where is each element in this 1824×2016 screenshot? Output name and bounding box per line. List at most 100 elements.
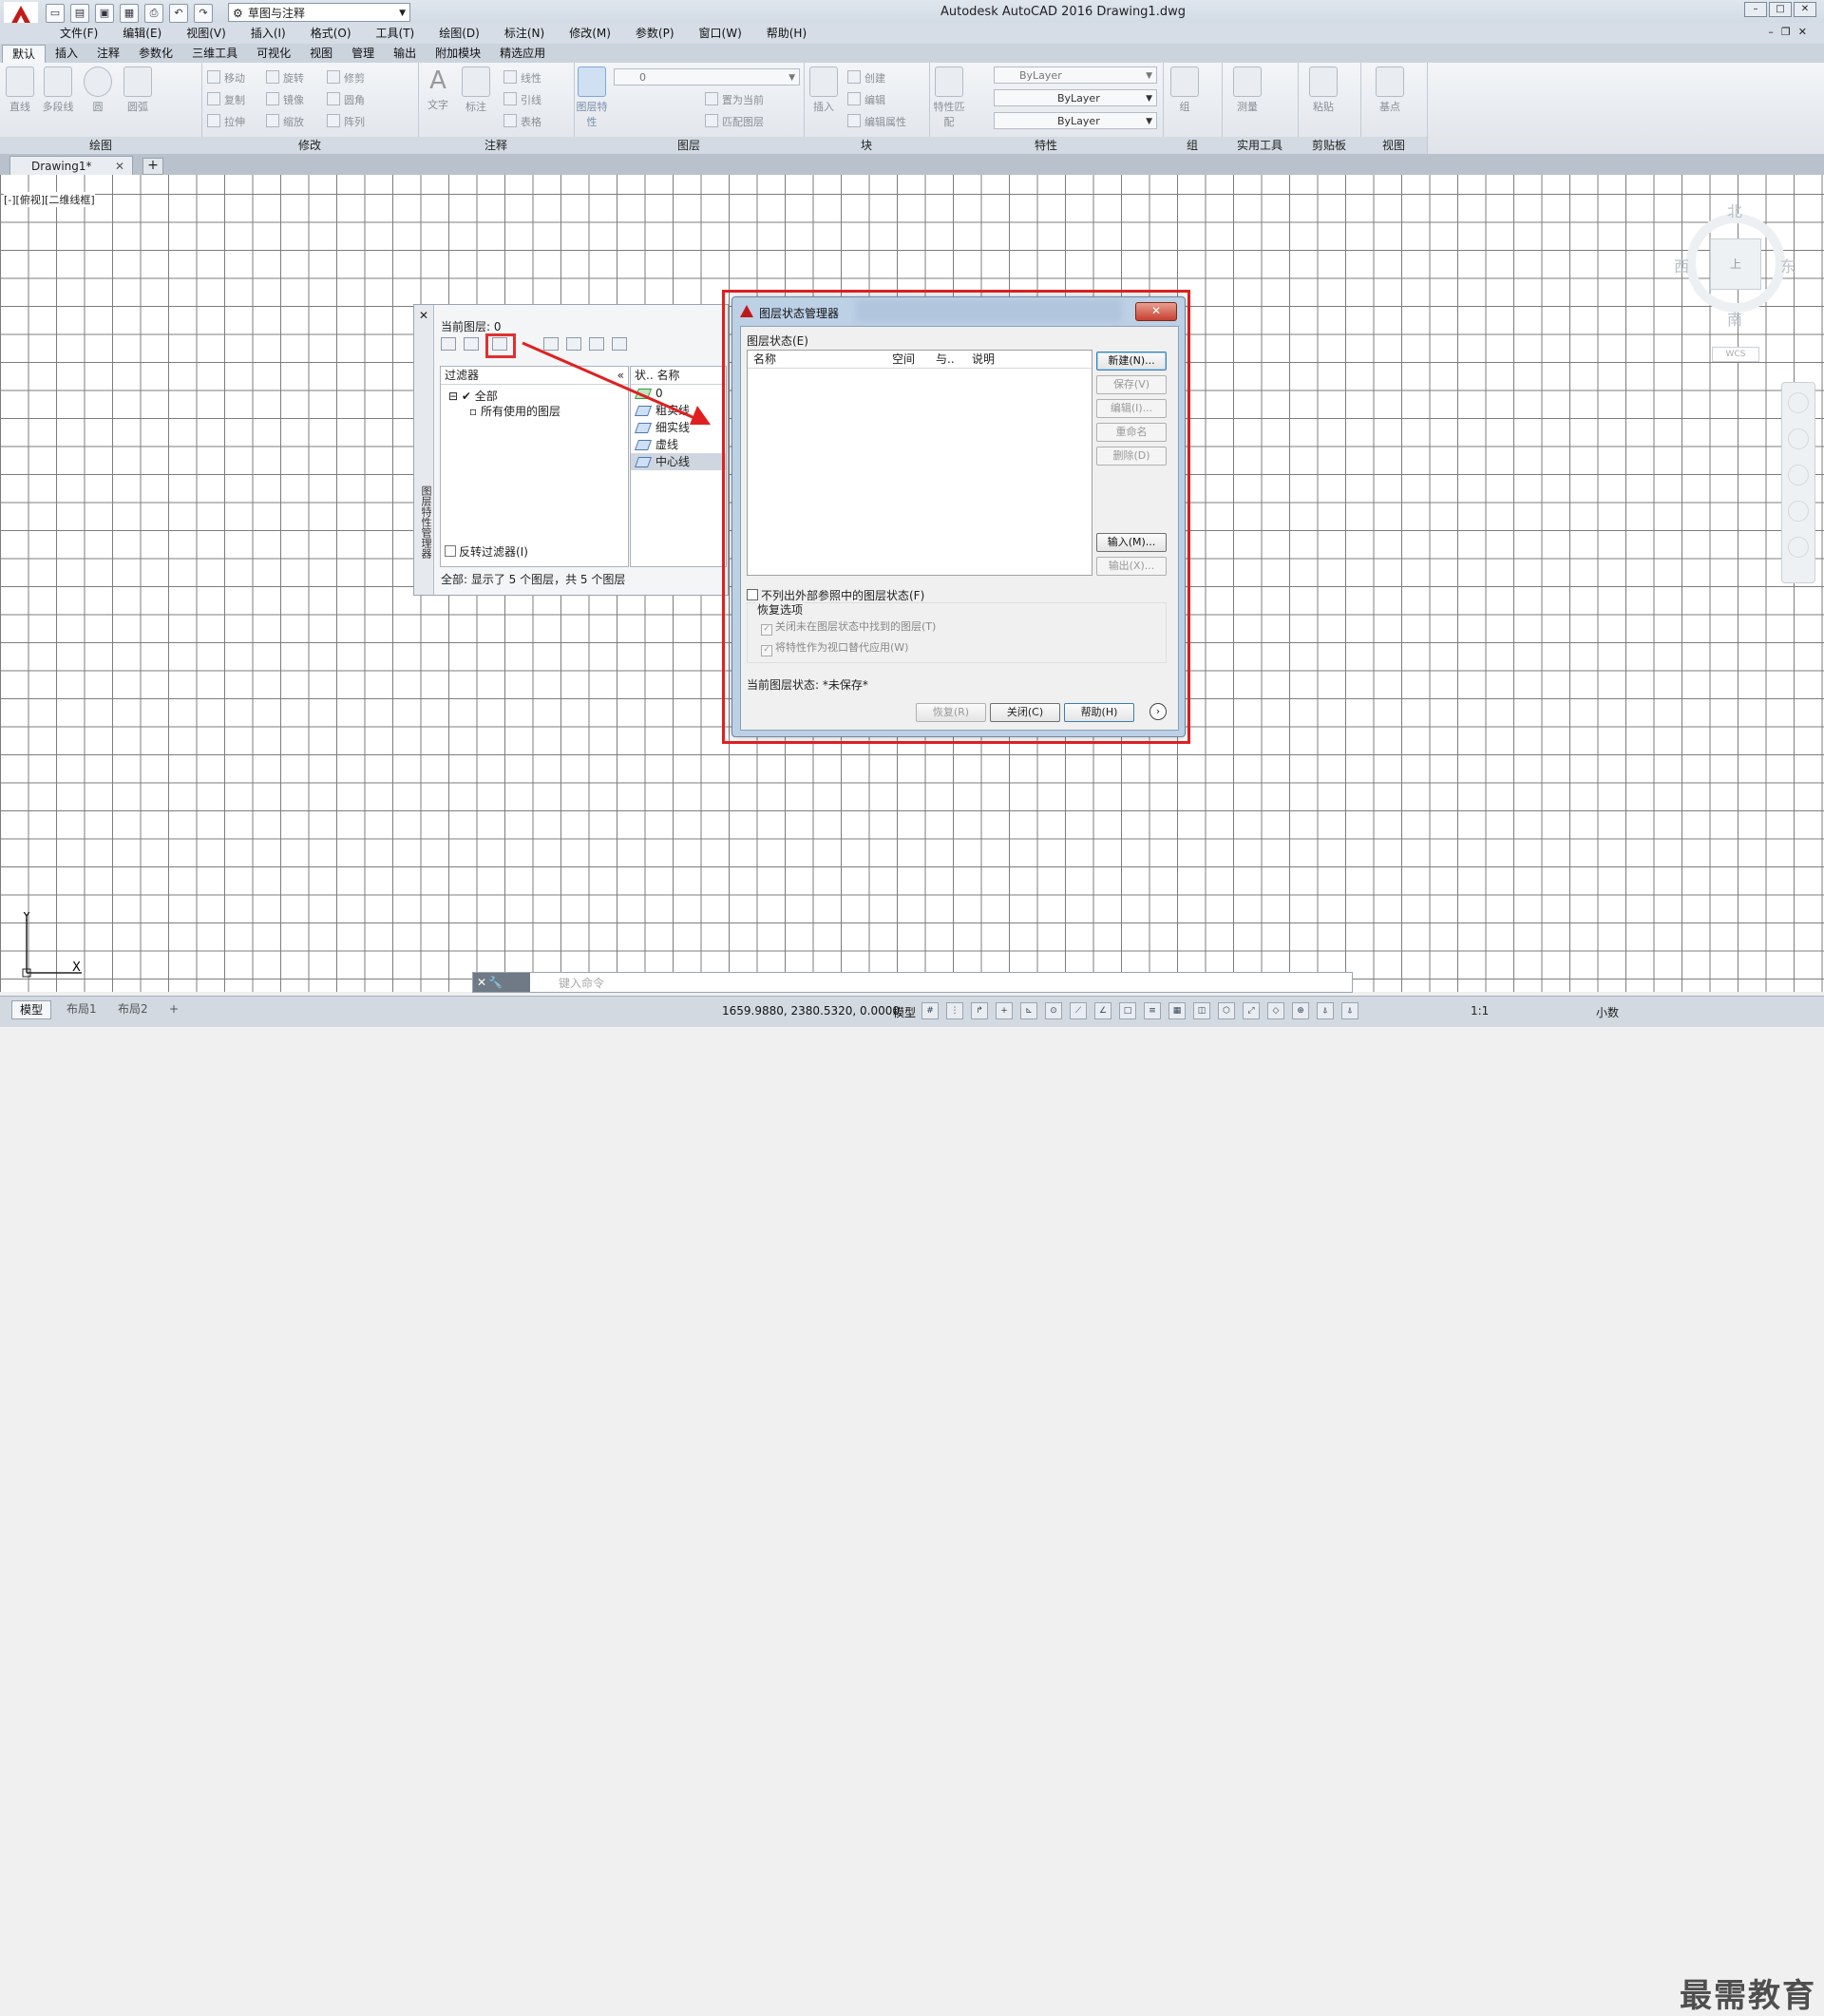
menu-draw[interactable]: 绘图(D) [427, 26, 492, 41]
close-icon[interactable]: ✕ [477, 976, 486, 989]
turn-off-layers-checkbox[interactable]: ✓ 关闭未在图层状态中找到的图层(T) [761, 618, 936, 636]
compass-east[interactable]: 东 [1780, 254, 1796, 276]
object-snap-tracking-icon[interactable]: ∠ [1094, 1002, 1112, 1019]
match-layer-tool[interactable]: 匹配图层 [705, 114, 764, 129]
base-point-tool[interactable]: 基点 [1374, 67, 1406, 114]
units-selector[interactable]: 小数 [1596, 1004, 1619, 1020]
linear-tool[interactable]: 线性 [504, 70, 542, 86]
tab-parametric[interactable]: 参数化 [129, 45, 182, 63]
table-tool[interactable]: 表格 [504, 114, 542, 129]
infer-constraints-icon[interactable]: ↱ [971, 1002, 988, 1019]
menu-file[interactable]: 文件(F) [48, 26, 110, 41]
tab-view[interactable]: 视图 [300, 45, 342, 63]
viewcube-top-face[interactable]: 上 [1710, 238, 1761, 290]
expand-arrow-icon[interactable]: › [1150, 703, 1167, 720]
panel-annotation-label[interactable]: 注释 [418, 137, 574, 154]
dialog-close-button[interactable]: ✕ [1135, 302, 1177, 321]
fillet-tool[interactable]: 圆角 [327, 92, 365, 107]
panel-groups-label[interactable]: 组 [1163, 137, 1222, 154]
wcs-menu[interactable]: WCS [1712, 347, 1759, 362]
undo-icon[interactable]: ↶ [169, 4, 188, 23]
print-icon[interactable]: ⎙ [144, 4, 163, 23]
viewport-controls-label[interactable]: [-][俯视][二维线框] [4, 192, 95, 207]
orbit-icon[interactable] [1788, 501, 1809, 522]
layout-tab-2[interactable]: 布局2 [110, 1000, 156, 1018]
tab-insert[interactable]: 插入 [46, 45, 87, 63]
filter-all-node[interactable]: ⊟ ✔ 全部 [448, 388, 498, 404]
lineweight-dropdown[interactable]: ByLayer ▼ [994, 112, 1157, 129]
leader-tool[interactable]: 引线 [504, 92, 542, 107]
model-space-toggle[interactable]: 模型 [893, 1004, 916, 1020]
tab-addins[interactable]: 附加模块 [426, 45, 490, 63]
customize-icon[interactable]: 🔧 [488, 976, 503, 989]
menu-view[interactable]: 视图(V) [174, 26, 238, 41]
mirror-tool[interactable]: 镜像 [266, 92, 304, 107]
menu-parametric[interactable]: 参数(P) [623, 26, 687, 41]
steering-wheel-icon[interactable] [1788, 392, 1809, 413]
new-group-filter-icon[interactable] [464, 337, 479, 351]
compass-north[interactable]: 北 [1727, 199, 1742, 221]
new-tab-button[interactable]: + [142, 158, 163, 175]
tab-output[interactable]: 输出 [384, 45, 426, 63]
dynamic-ucs-icon[interactable]: ⤢ [1243, 1002, 1260, 1019]
compass-west[interactable]: 西 [1674, 254, 1689, 276]
close-icon[interactable]: ✕ [419, 309, 428, 322]
close-window-button[interactable]: ✕ [1794, 2, 1816, 17]
dimension-tool[interactable]: 标注 [460, 67, 492, 114]
annotation-scale[interactable]: 1:1 [1471, 1004, 1489, 1018]
lineweight-icon[interactable]: ≡ [1144, 1002, 1161, 1019]
document-window-controls[interactable]: –❐✕ [1768, 26, 1814, 38]
tab-visualize[interactable]: 可视化 [247, 45, 300, 63]
tab-3d-tools[interactable]: 三维工具 [182, 45, 247, 63]
insert-block-tool[interactable]: 插入 [808, 67, 840, 114]
column-space[interactable]: 空间 [892, 351, 915, 368]
new-state-button[interactable]: 新建(N)... [1096, 352, 1167, 371]
make-current-tool[interactable]: 置为当前 [705, 92, 764, 107]
match-properties-tool[interactable]: 特性匹配 [933, 67, 965, 129]
document-tab[interactable]: Drawing1* ✕ [10, 156, 133, 175]
panel-utilities-label[interactable]: 实用工具 [1222, 137, 1298, 154]
annotation-visibility-icon[interactable]: ⍋ [1317, 1002, 1334, 1019]
copy-tool[interactable]: 复制 [207, 92, 245, 107]
rotate-tool[interactable]: 旋转 [266, 70, 304, 86]
arc-tool[interactable]: 圆弧 [122, 67, 154, 114]
layout-tab-model[interactable]: 模型 [11, 1000, 52, 1019]
menu-dimension[interactable]: 标注(N) [492, 26, 557, 41]
tab-annotate[interactable]: 注释 [87, 45, 129, 63]
panel-clipboard-label[interactable]: 剪贴板 [1298, 137, 1360, 154]
array-tool[interactable]: 阵列 [327, 114, 365, 129]
save-state-button[interactable]: 保存(V) [1096, 375, 1167, 394]
command-input[interactable]: 键入命令 [559, 975, 604, 991]
panel-draw-label[interactable]: 绘图 [0, 137, 201, 154]
text-tool[interactable]: A 文字 [422, 67, 454, 112]
menu-insert[interactable]: 插入(I) [238, 26, 298, 41]
add-layout-button[interactable]: + [162, 1000, 186, 1018]
tab-manage[interactable]: 管理 [342, 45, 384, 63]
transparency-icon[interactable]: ▦ [1168, 1002, 1186, 1019]
menu-format[interactable]: 格式(O) [298, 26, 364, 41]
export-state-button[interactable]: 输出(X)... [1096, 557, 1167, 576]
menu-help[interactable]: 帮助(H) [754, 26, 819, 41]
import-state-button[interactable]: 输入(M)... [1096, 533, 1167, 552]
help-button[interactable]: 帮助(H) [1064, 703, 1134, 722]
menu-modify[interactable]: 修改(M) [557, 26, 623, 41]
workspace-dropdown[interactable]: ⚙ 草图与注释 ▼ [228, 3, 410, 22]
showmotion-icon[interactable] [1788, 537, 1809, 558]
stretch-tool[interactable]: 拉伸 [207, 114, 245, 129]
panel-layers-label[interactable]: 图层 [574, 137, 804, 154]
maximize-button[interactable]: □ [1769, 2, 1792, 17]
current-layer-dropdown[interactable]: 0 ▼ [614, 68, 800, 86]
create-block-tool[interactable]: 创建 [847, 70, 885, 86]
polar-tracking-icon[interactable]: ⊙ [1045, 1002, 1062, 1019]
compass-south[interactable]: 南 [1727, 307, 1742, 330]
viewcube[interactable]: 北 南 东 西 上 WCS [1662, 195, 1796, 366]
column-name[interactable]: 名称 [753, 351, 776, 368]
minimize-button[interactable]: – [1744, 2, 1767, 17]
edit-state-button[interactable]: 编辑(I)... [1096, 399, 1167, 418]
menu-window[interactable]: 窗口(W) [687, 26, 754, 41]
layer-row[interactable]: 中心线 [631, 453, 726, 470]
restore-button[interactable]: 恢复(R) [916, 703, 986, 722]
measure-tool[interactable]: 测量 [1231, 67, 1264, 114]
delete-state-button[interactable]: 删除(D) [1096, 447, 1167, 466]
column-same[interactable]: 与.. [936, 351, 955, 368]
